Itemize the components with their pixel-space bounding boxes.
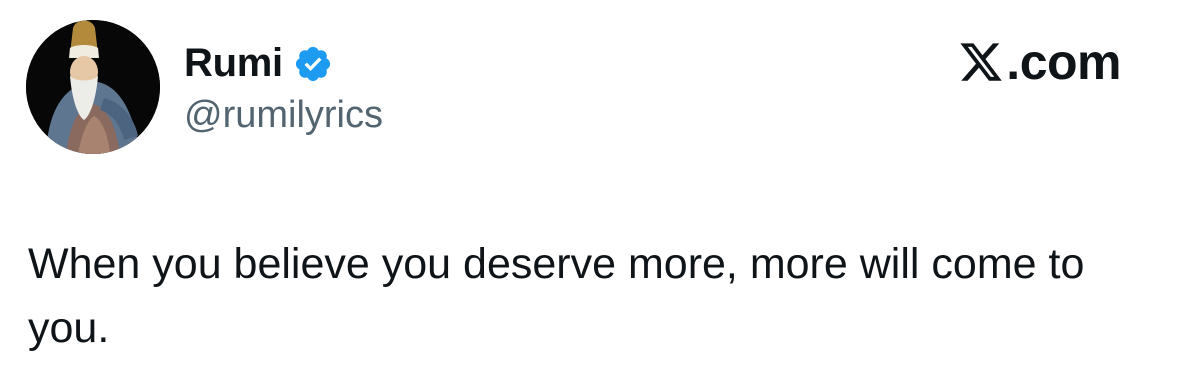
x-logo-icon — [958, 39, 1004, 85]
verified-badge-icon — [293, 44, 333, 84]
portrait-avatar-image — [26, 20, 160, 154]
brand-logo[interactable]: .com — [958, 34, 1121, 90]
author-handle[interactable]: @rumilyrics — [184, 90, 383, 140]
tweet-text: When you believe you deserve more, more … — [28, 240, 1085, 352]
tweet-card: Rumi @rumilyrics .com When you believe y… — [0, 0, 1179, 392]
brand-text: .com — [1006, 34, 1121, 90]
author-avatar[interactable] — [26, 20, 160, 154]
author-display-name[interactable]: Rumi — [184, 38, 283, 88]
author-name-row: Rumi — [184, 38, 333, 88]
